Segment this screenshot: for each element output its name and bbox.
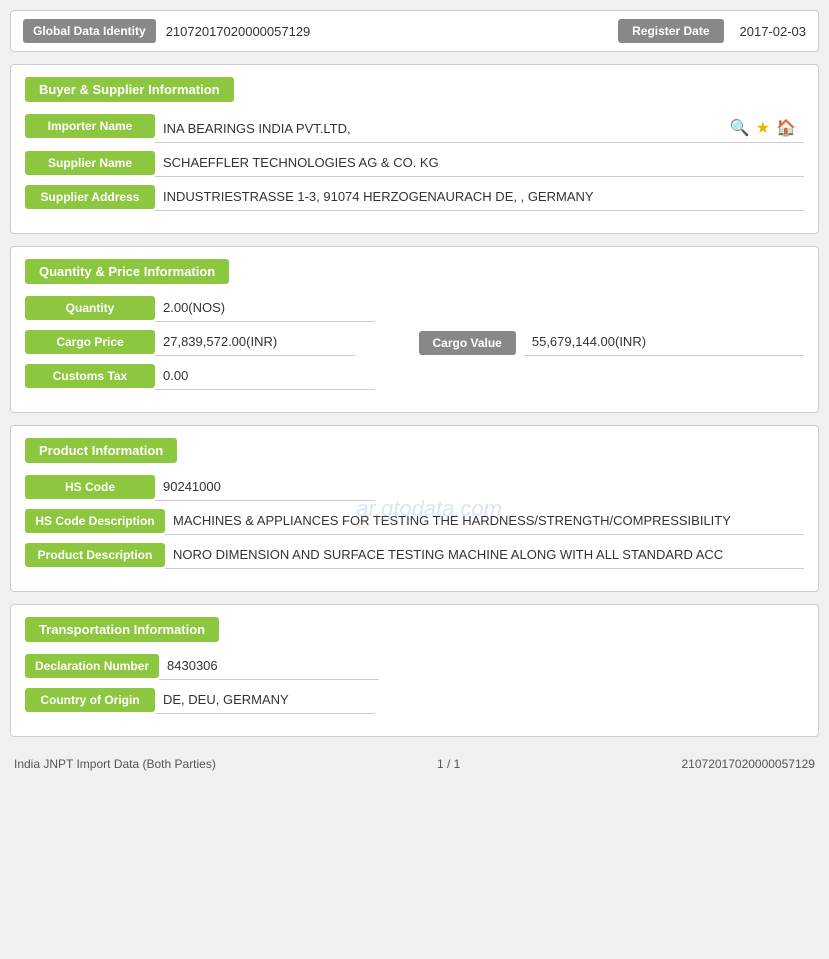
global-data-identity-label: Global Data Identity: [23, 19, 156, 43]
quantity-value: 2.00(NOS): [155, 296, 375, 322]
hs-code-row: HS Code 90241000: [25, 475, 804, 501]
footer-source: India JNPT Import Data (Both Parties): [14, 757, 216, 771]
buyer-supplier-header: Buyer & Supplier Information: [25, 77, 234, 102]
star-icon[interactable]: ★: [756, 118, 770, 138]
cargo-price-label: Cargo Price: [25, 330, 155, 354]
importer-name-value: INA BEARINGS INDIA PVT.LTD, 🔍 ★ 🏠: [155, 114, 804, 143]
cargo-value-button[interactable]: Cargo Value: [419, 331, 516, 355]
importer-name-row: Importer Name INA BEARINGS INDIA PVT.LTD…: [25, 114, 804, 143]
identity-bar: Global Data Identity 2107201702000005712…: [10, 10, 819, 52]
buyer-supplier-section: Buyer & Supplier Information Importer Na…: [10, 64, 819, 234]
hs-code-value: 90241000: [155, 475, 375, 501]
customs-tax-row: Customs Tax 0.00: [25, 364, 804, 390]
cargo-value-value: 55,679,144.00(INR): [524, 330, 804, 356]
product-header: Product Information: [25, 438, 177, 463]
quantity-label: Quantity: [25, 296, 155, 320]
supplier-name-row: Supplier Name SCHAEFFLER TECHNOLOGIES AG…: [25, 151, 804, 177]
page-wrapper: Global Data Identity 2107201702000005712…: [10, 10, 819, 775]
customs-tax-value: 0.00: [155, 364, 375, 390]
importer-name-label: Importer Name: [25, 114, 155, 138]
hs-code-description-value: MACHINES & APPLIANCES FOR TESTING THE HA…: [165, 509, 804, 535]
cargo-price-value: 27,839,572.00(INR): [155, 330, 355, 356]
hs-code-label: HS Code: [25, 475, 155, 499]
supplier-name-value: SCHAEFFLER TECHNOLOGIES AG & CO. KG: [155, 151, 804, 177]
supplier-address-value: INDUSTRIESTRASSE 1-3, 91074 HERZOGENAURA…: [155, 185, 804, 211]
declaration-number-row: Declaration Number 8430306: [25, 654, 804, 680]
footer-bar: India JNPT Import Data (Both Parties) 1 …: [10, 749, 819, 775]
quantity-price-section: Quantity & Price Information Quantity 2.…: [10, 246, 819, 413]
product-description-value: NORO DIMENSION AND SURFACE TESTING MACHI…: [165, 543, 804, 569]
hs-code-description-label: HS Code Description: [25, 509, 165, 533]
supplier-name-label: Supplier Name: [25, 151, 155, 175]
register-date-value: 2017-02-03: [740, 24, 807, 39]
transportation-header: Transportation Information: [25, 617, 219, 642]
declaration-number-value: 8430306: [159, 654, 379, 680]
product-description-row: Product Description NORO DIMENSION AND S…: [25, 543, 804, 569]
product-section: ar.gtodata.com Product Information HS Co…: [10, 425, 819, 592]
cargo-price-group: Cargo Price 27,839,572.00(INR): [25, 330, 411, 356]
product-description-label: Product Description: [25, 543, 165, 567]
footer-id: 21072017020000057129: [682, 757, 815, 771]
quantity-row: Quantity 2.00(NOS): [25, 296, 804, 322]
transportation-section: Transportation Information Declaration N…: [10, 604, 819, 737]
cargo-price-row: Cargo Price 27,839,572.00(INR) Cargo Val…: [25, 330, 804, 356]
global-data-identity-value: 21072017020000057129: [166, 24, 608, 39]
home-icon[interactable]: 🏠: [776, 118, 796, 138]
register-date-button[interactable]: Register Date: [618, 19, 723, 43]
customs-tax-label: Customs Tax: [25, 364, 155, 388]
supplier-address-label: Supplier Address: [25, 185, 155, 209]
declaration-number-label: Declaration Number: [25, 654, 159, 678]
footer-page: 1 / 1: [437, 757, 460, 771]
quantity-price-header: Quantity & Price Information: [25, 259, 229, 284]
cargo-value-group: Cargo Value 55,679,144.00(INR): [419, 330, 805, 356]
country-origin-row: Country of Origin DE, DEU, GERMANY: [25, 688, 804, 714]
hs-code-description-row: HS Code Description MACHINES & APPLIANCE…: [25, 509, 804, 535]
country-origin-value: DE, DEU, GERMANY: [155, 688, 375, 714]
search-icon[interactable]: 🔍: [730, 118, 750, 138]
supplier-address-row: Supplier Address INDUSTRIESTRASSE 1-3, 9…: [25, 185, 804, 211]
country-origin-label: Country of Origin: [25, 688, 155, 712]
